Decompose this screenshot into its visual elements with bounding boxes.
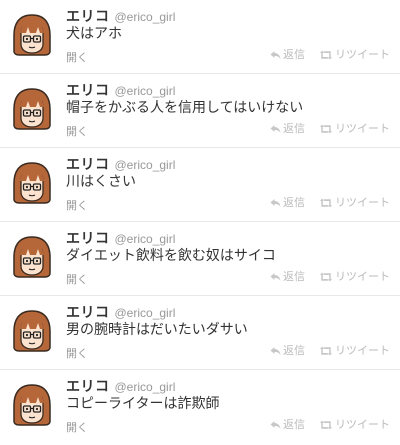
reply-arrow-icon [270, 272, 281, 285]
retweet-icon [319, 420, 333, 433]
retweet-label: リツイート [335, 344, 390, 357]
retweet-button[interactable]: リツイート [319, 194, 390, 211]
open-link[interactable]: 開く [66, 345, 88, 361]
reply-arrow-icon [270, 346, 281, 359]
retweet-button[interactable]: リツイート [319, 416, 390, 433]
reply-arrow-icon [270, 420, 281, 433]
retweet-icon [319, 272, 333, 285]
tweet-text: ダイエット飲料を飲む奴はサイコ [66, 248, 276, 264]
reply-button[interactable]: 返信 [270, 120, 305, 137]
avatar-girl-icon[interactable] [8, 233, 56, 281]
reply-button[interactable]: 返信 [270, 268, 305, 285]
reply-button[interactable]: 返信 [270, 342, 305, 359]
user-handle[interactable]: @erico_girl [115, 306, 176, 320]
retweet-button[interactable]: リツイート [319, 342, 390, 359]
user-handle[interactable]: @erico_girl [115, 84, 176, 98]
retweet-button[interactable]: リツイート [319, 268, 390, 285]
reply-button[interactable]: 返信 [270, 46, 305, 63]
reply-label: 返信 [283, 418, 305, 431]
user-handle[interactable]: @erico_girl [115, 158, 176, 172]
open-link[interactable]: 開く [66, 419, 88, 435]
reply-button[interactable]: 返信 [270, 194, 305, 211]
retweet-button[interactable]: リツイート [319, 46, 390, 63]
open-link[interactable]: 開く [66, 123, 88, 139]
reply-label: 返信 [283, 48, 305, 61]
tweet: エリコ @erico_girl 川はくさい 開く 返信 リツイート [0, 148, 400, 222]
user-handle[interactable]: @erico_girl [115, 10, 176, 24]
retweet-icon [319, 346, 333, 359]
tweet-actions: 返信 リツイート [256, 268, 390, 285]
tweet: エリコ @erico_girl ダイエット飲料を飲む奴はサイコ 開く 返信 リツイー… [0, 222, 400, 296]
tweet-timeline: エリコ @erico_girl 犬はアホ 開く 返信 リツイート エリコ @erico… [0, 0, 400, 445]
open-link[interactable]: 開く [66, 271, 88, 287]
reply-arrow-icon [270, 124, 281, 137]
avatar-girl-icon[interactable] [8, 159, 56, 207]
retweet-label: リツイート [335, 48, 390, 61]
reply-label: 返信 [283, 270, 305, 283]
tweet-actions: 返信 リツイート [256, 120, 390, 137]
retweet-label: リツイート [335, 270, 390, 283]
tweet-text: 川はくさい [66, 174, 136, 190]
reply-label: 返信 [283, 344, 305, 357]
tweet-actions: 返信 リツイート [256, 46, 390, 63]
tweet: エリコ @erico_girl 帽子をかぶる人を信用してはいけない 開く 返信 リツ… [0, 74, 400, 148]
retweet-label: リツイート [335, 122, 390, 135]
reply-label: 返信 [283, 122, 305, 135]
user-handle[interactable]: @erico_girl [115, 380, 176, 394]
avatar-girl-icon[interactable] [8, 11, 56, 59]
retweet-button[interactable]: リツイート [319, 120, 390, 137]
reply-arrow-icon [270, 50, 281, 63]
avatar-girl-icon[interactable] [8, 307, 56, 355]
tweet-actions: 返信 リツイート [256, 194, 390, 211]
tweet: エリコ @erico_girl 男の腕時計はだいたいダサい 開く 返信 リツイート [0, 296, 400, 370]
retweet-icon [319, 198, 333, 211]
reply-button[interactable]: 返信 [270, 416, 305, 433]
avatar-girl-icon[interactable] [8, 85, 56, 133]
tweet-text: 犬はアホ [66, 26, 122, 42]
tweet: エリコ @erico_girl 犬はアホ 開く 返信 リツイート [0, 0, 400, 74]
reply-arrow-icon [270, 198, 281, 211]
retweet-label: リツイート [335, 418, 390, 431]
open-link[interactable]: 開く [66, 197, 88, 213]
tweet-text: 帽子をかぶる人を信用してはいけない [66, 100, 304, 116]
open-link[interactable]: 開く [66, 49, 88, 65]
user-handle[interactable]: @erico_girl [115, 232, 176, 246]
avatar-girl-icon[interactable] [8, 381, 56, 429]
tweet-text: 男の腕時計はだいたいダサい [66, 322, 248, 338]
reply-label: 返信 [283, 196, 305, 209]
retweet-icon [319, 50, 333, 63]
tweet-actions: 返信 リツイート [256, 342, 390, 359]
retweet-icon [319, 124, 333, 137]
tweet-text: コピーライターは詐欺師 [66, 396, 220, 412]
retweet-label: リツイート [335, 196, 390, 209]
tweet: エリコ @erico_girl コピーライターは詐欺師 開く 返信 リツイート [0, 370, 400, 445]
tweet-actions: 返信 リツイート [256, 416, 390, 433]
